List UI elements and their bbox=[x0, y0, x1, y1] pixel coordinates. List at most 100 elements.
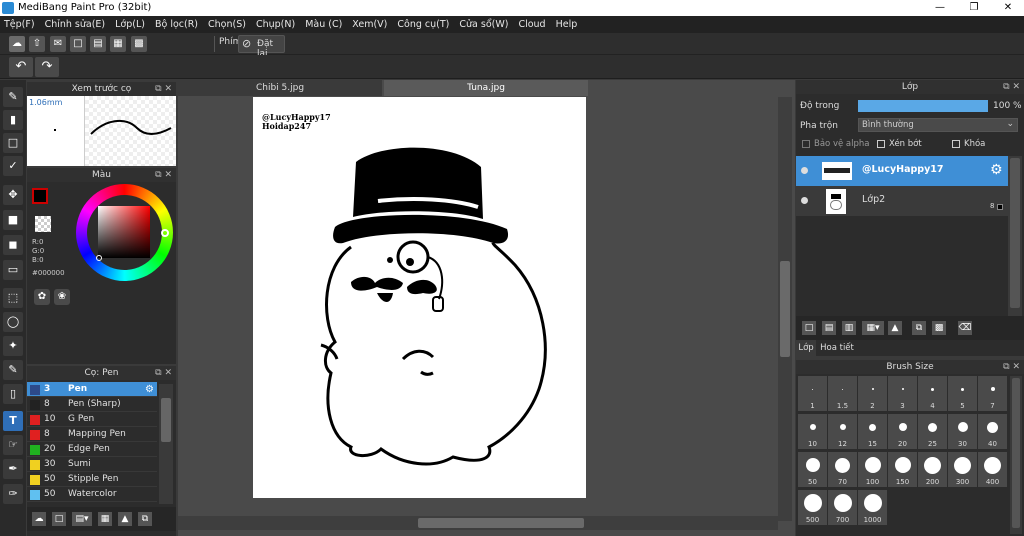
layer-row[interactable]: Lớp2 8 bbox=[796, 186, 1008, 216]
gear-icon[interactable]: ⚙ bbox=[990, 162, 1003, 178]
brush-item[interactable]: 50 Watercolor bbox=[27, 487, 157, 502]
dot-tool-icon[interactable]: □ bbox=[3, 133, 23, 153]
tab-layer[interactable]: Lớp bbox=[796, 340, 816, 356]
brush-item[interactable]: 8 Mapping Pen bbox=[27, 427, 157, 442]
tab-chibi[interactable]: Chibi 5.jpg bbox=[178, 80, 382, 96]
text-tool-icon[interactable]: T bbox=[3, 411, 23, 431]
eyedropper-tool-icon[interactable]: ✒ bbox=[3, 459, 23, 479]
palette-icon[interactable]: ✿ bbox=[34, 289, 50, 305]
panel-popout-icon[interactable]: ⧉ ✕ bbox=[1003, 80, 1020, 94]
menu-tools[interactable]: Công cụ(T) bbox=[397, 19, 449, 30]
select-rect-tool-icon[interactable]: ⬚ bbox=[3, 288, 23, 308]
comment-icon[interactable]: ✉ bbox=[50, 36, 66, 52]
saturation-value-square[interactable] bbox=[98, 206, 150, 258]
page-list-icon[interactable]: ▦ bbox=[110, 36, 126, 52]
brush-size-cell[interactable]: 300 bbox=[948, 452, 977, 487]
menu-edit[interactable]: Chỉnh sửa(E) bbox=[45, 19, 106, 30]
brush-size-cell[interactable]: 30 bbox=[948, 414, 977, 449]
v-scroll-thumb[interactable] bbox=[780, 261, 790, 357]
opacity-slider[interactable] bbox=[858, 100, 988, 112]
panel-popout-icon[interactable]: ⧉ ✕ bbox=[155, 82, 172, 96]
menu-select[interactable]: Chọn(S) bbox=[208, 19, 246, 30]
select-eraser-tool-icon[interactable]: ▯ bbox=[3, 384, 23, 404]
brush-size-cell[interactable]: 20 bbox=[888, 414, 917, 449]
pen-nib-tool-icon[interactable]: ✑ bbox=[3, 484, 23, 504]
check-tool-icon[interactable]: ✓ bbox=[3, 156, 23, 176]
layers-scroll-thumb[interactable] bbox=[1010, 158, 1020, 308]
menu-color[interactable]: Màu (C) bbox=[305, 19, 342, 30]
menu-capture[interactable]: Chụp(N) bbox=[256, 19, 295, 30]
background-color-swatch[interactable] bbox=[35, 216, 51, 232]
tab-tuna[interactable]: Tuna.jpg bbox=[384, 80, 588, 96]
brush-size-cell[interactable]: 1.5 bbox=[828, 376, 857, 411]
brush-size-scroll-thumb[interactable] bbox=[1012, 378, 1020, 528]
brush-size-cell[interactable]: 150 bbox=[888, 452, 917, 487]
menu-file[interactable]: Tệp(F) bbox=[4, 19, 35, 30]
foreground-color-swatch[interactable] bbox=[32, 188, 48, 204]
gear-icon[interactable]: ⚙ bbox=[145, 382, 154, 397]
brush-size-cell[interactable]: 10 bbox=[798, 414, 827, 449]
palette-settings-icon[interactable]: ❀ bbox=[54, 289, 70, 305]
merge-layer-icon[interactable]: ▩ bbox=[932, 321, 946, 335]
panel-popout-icon[interactable]: ⧉ ✕ bbox=[1003, 360, 1020, 374]
brush-size-cell[interactable]: 5 bbox=[948, 376, 977, 411]
brush-item[interactable]: 30 Sumi bbox=[27, 457, 157, 472]
close-button[interactable]: ✕ bbox=[996, 0, 1020, 16]
hand-tool-icon[interactable]: ☞ bbox=[3, 435, 23, 455]
gradient-tool-icon[interactable]: ▭ bbox=[3, 260, 23, 280]
duplicate-layer-icon[interactable]: ⧉ bbox=[912, 321, 926, 335]
lasso-tool-icon[interactable]: ◯ bbox=[3, 312, 23, 332]
visibility-eye-icon[interactable] bbox=[801, 197, 808, 204]
fill-rect-tool-icon[interactable]: ■ bbox=[3, 210, 23, 230]
brush-item[interactable]: 20 Edge Pen bbox=[27, 442, 157, 457]
magic-wand-tool-icon[interactable]: ✦ bbox=[3, 336, 23, 356]
canvas-horizontal-scrollbar[interactable] bbox=[178, 516, 778, 530]
maximize-button[interactable]: ❐ bbox=[962, 0, 986, 16]
brush-size-cell[interactable]: 7 bbox=[978, 376, 1007, 411]
brush-cloud-icon[interactable]: ☁ bbox=[32, 512, 46, 526]
folder-icon[interactable]: ▲ bbox=[888, 321, 902, 335]
add-brush-icon[interactable]: ▤▾ bbox=[72, 512, 92, 526]
duplicate-icon[interactable]: ⧉ bbox=[138, 512, 152, 526]
eraser-tool-icon[interactable]: ▮ bbox=[3, 110, 23, 130]
hue-ring[interactable] bbox=[76, 184, 173, 281]
new-layer-icon[interactable]: □ bbox=[802, 321, 816, 335]
undo-icon[interactable]: ↶ bbox=[9, 57, 33, 77]
brush-size-cell[interactable]: 500 bbox=[798, 490, 827, 525]
redo-icon[interactable]: ↷ bbox=[35, 57, 59, 77]
add-layer-dropdown-icon[interactable]: ▦▾ bbox=[862, 321, 884, 335]
brush-size-cell[interactable]: 4 bbox=[918, 376, 947, 411]
hue-handle[interactable] bbox=[161, 229, 169, 237]
new-8bit-layer-icon[interactable]: ▥ bbox=[842, 321, 856, 335]
brush-item[interactable]: 10 G Pen bbox=[27, 412, 157, 427]
document-icon[interactable]: ▤ bbox=[90, 36, 106, 52]
brush-size-cell[interactable]: 25 bbox=[918, 414, 947, 449]
brush-item[interactable]: 50 Stipple Pen bbox=[27, 472, 157, 487]
canvas-vertical-scrollbar[interactable] bbox=[778, 97, 792, 521]
brush-tool-icon[interactable]: ✎ bbox=[3, 87, 23, 107]
brush-size-cell[interactable]: 50 bbox=[798, 452, 827, 487]
upload-icon[interactable]: ⇧ bbox=[29, 36, 45, 52]
brush-size-cell[interactable]: 400 bbox=[978, 452, 1007, 487]
brush-size-scrollbar[interactable] bbox=[1010, 376, 1022, 534]
brush-size-cell[interactable]: 1000 bbox=[858, 490, 887, 525]
brush-item-selected[interactable]: 3 Pen ⚙ bbox=[27, 382, 157, 397]
move-tool-icon[interactable]: ✥ bbox=[3, 185, 23, 205]
menu-filter[interactable]: Bộ lọc(R) bbox=[155, 19, 198, 30]
bucket-tool-icon[interactable]: ◼ bbox=[3, 235, 23, 255]
brush-size-cell[interactable]: 12 bbox=[828, 414, 857, 449]
grid-icon[interactable]: ▩ bbox=[131, 36, 147, 52]
folder-icon[interactable]: ▲ bbox=[118, 512, 132, 526]
brush-size-cell[interactable]: 3 bbox=[888, 376, 917, 411]
brush-copy-icon[interactable]: ▦ bbox=[98, 512, 112, 526]
panel-popout-icon[interactable]: ⧉ ✕ bbox=[155, 168, 172, 182]
select-pen-tool-icon[interactable]: ✎ bbox=[3, 360, 23, 380]
brush-size-cell[interactable]: 700 bbox=[828, 490, 857, 525]
scroll-thumb[interactable] bbox=[161, 398, 171, 442]
layer-row-selected[interactable]: @LucyHappy17 ⚙ bbox=[796, 156, 1008, 186]
menu-layer[interactable]: Lớp(L) bbox=[115, 19, 145, 30]
menu-cloud[interactable]: Cloud bbox=[518, 19, 545, 30]
brush-size-cell[interactable]: 70 bbox=[828, 452, 857, 487]
menu-help[interactable]: Help bbox=[556, 19, 578, 30]
visibility-eye-icon[interactable] bbox=[801, 167, 808, 174]
